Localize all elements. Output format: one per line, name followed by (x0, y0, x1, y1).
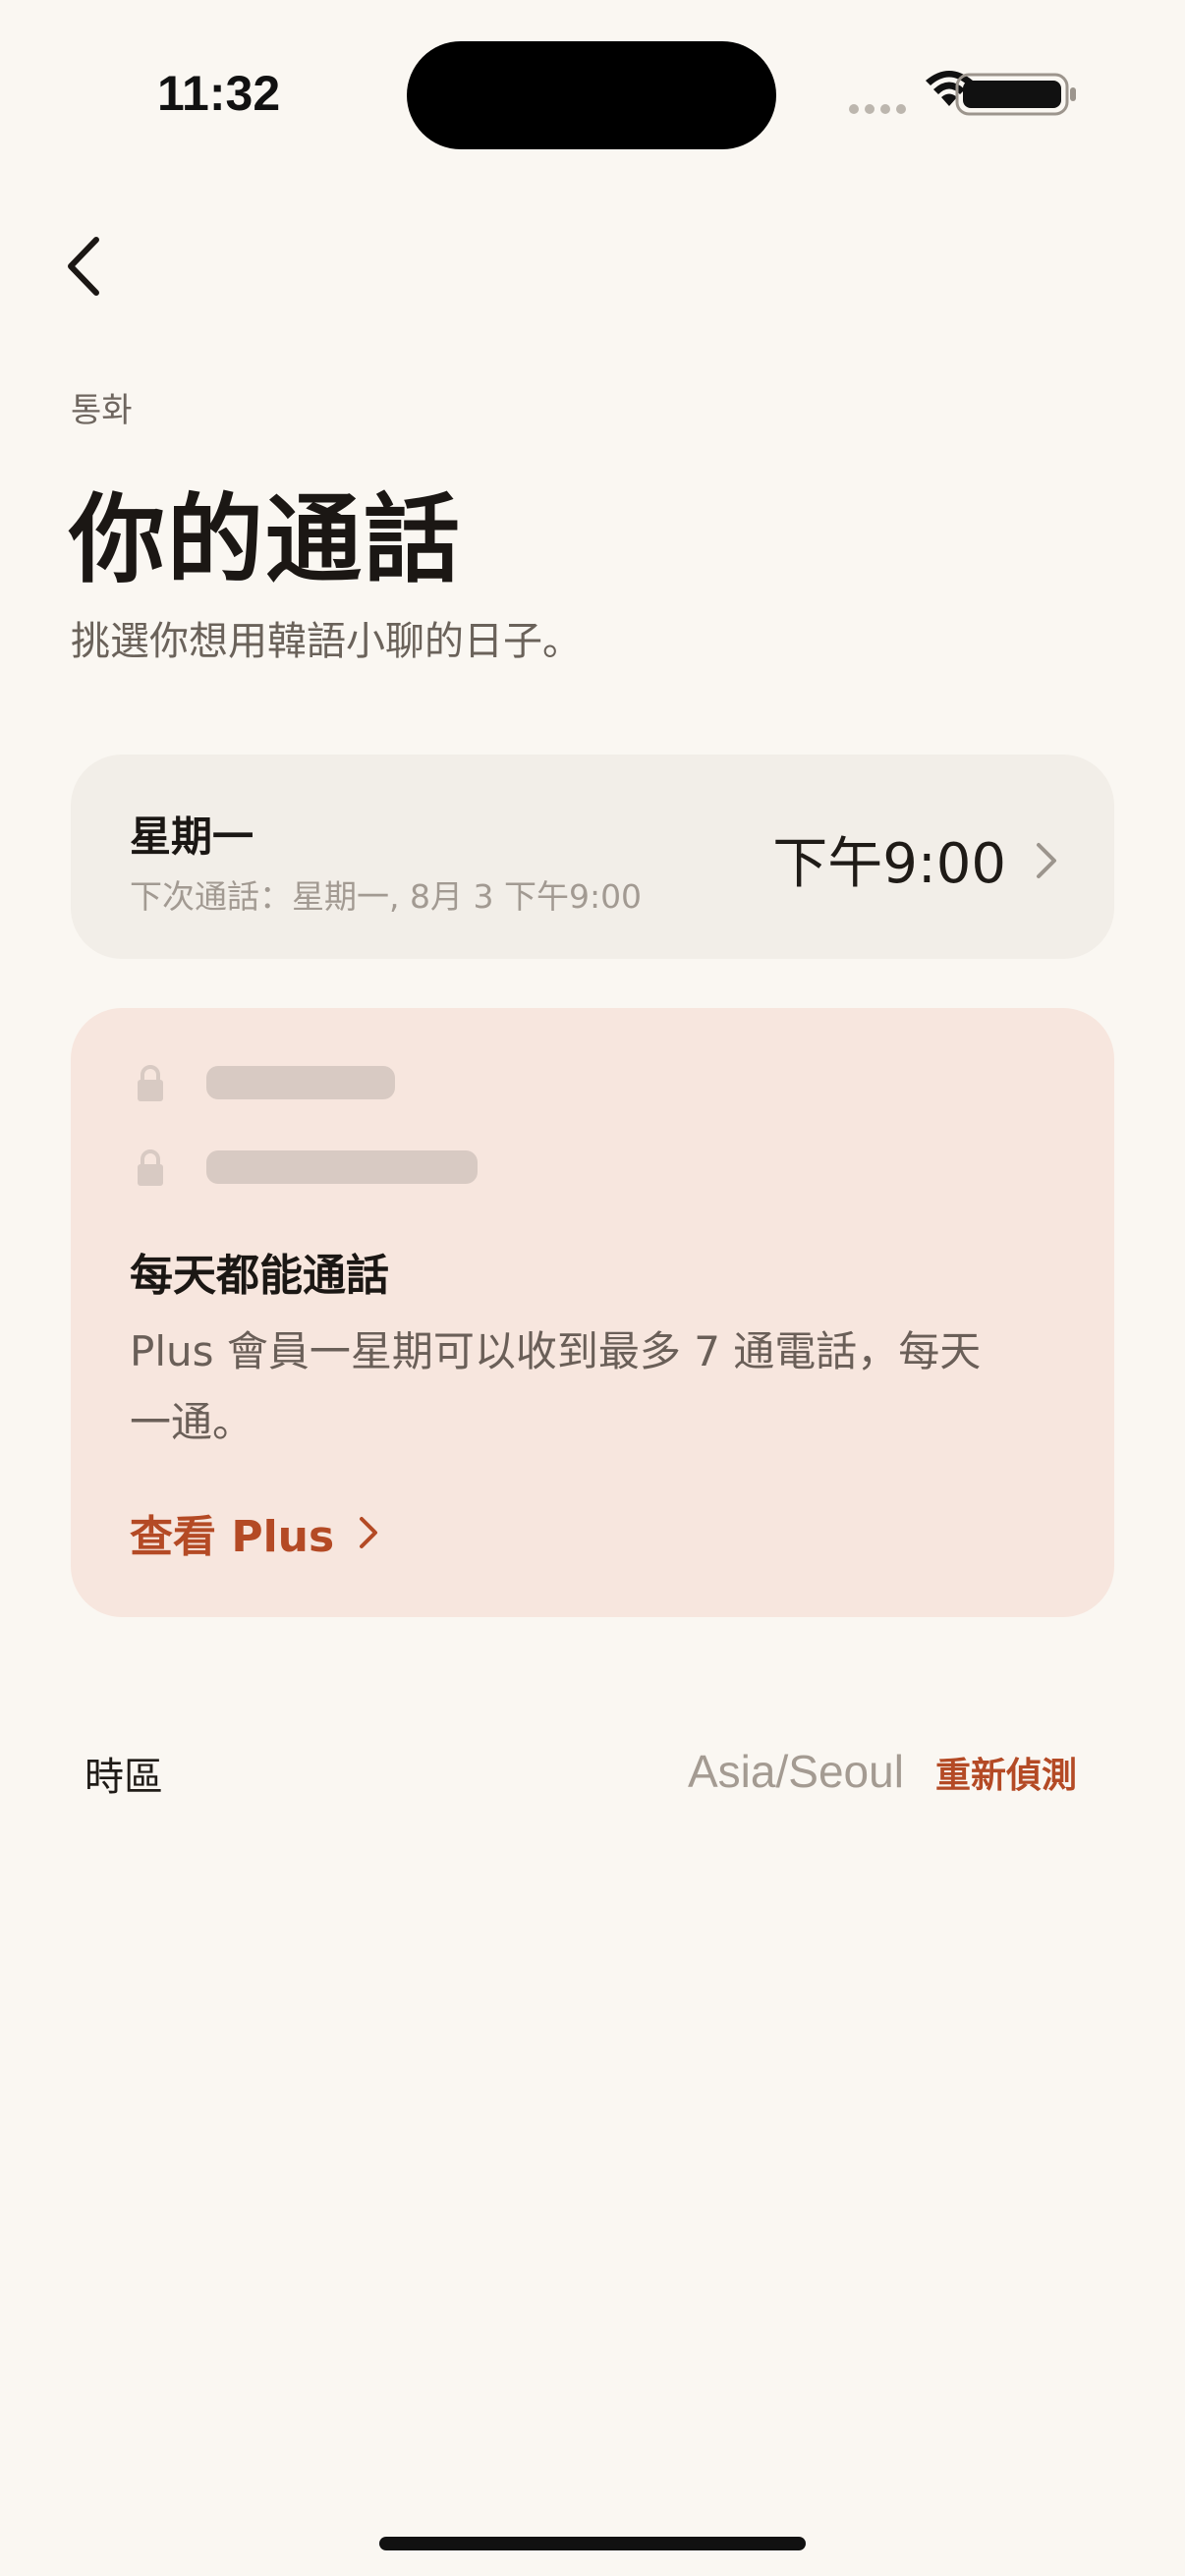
locked-slot (136, 1063, 395, 1102)
redetect-timezone-button[interactable]: 重新偵測 (935, 1747, 1077, 1798)
locked-placeholder-bar (206, 1150, 478, 1184)
home-indicator[interactable] (379, 2537, 806, 2550)
timezone-label: 時區 (85, 1755, 163, 1800)
signal-dots-icon (849, 104, 906, 114)
plus-description: Plus 會員一星期可以收到最多 7 通電話，每天一通。 (130, 1327, 982, 1446)
page-subtitle: 挑選你想用韓語小聊的日子。 (71, 619, 582, 664)
plus-heading: 每天都能通話 (130, 1251, 389, 1301)
battery-icon (955, 73, 1076, 116)
lock-icon (138, 1065, 163, 1101)
timezone-value: Asia/Seoul (688, 1746, 904, 1797)
locked-slot (136, 1148, 478, 1187)
chevron-right-icon (1037, 843, 1056, 878)
locked-placeholder-bar (206, 1066, 395, 1099)
section-eyebrow: 통화 (71, 391, 133, 430)
view-plus-link[interactable]: 查看 Plus (130, 1501, 379, 1564)
view-plus-label: 查看 Plus (130, 1512, 335, 1562)
call-schedule-card[interactable]: 星期一 下次通話：星期一, 8月 3 下午9:00 下午9:00 (71, 755, 1114, 959)
chevron-right-icon (360, 1517, 378, 1548)
dynamic-island (407, 41, 776, 149)
schedule-day: 星期一 (130, 812, 254, 861)
chevron-left-icon[interactable] (57, 232, 116, 301)
next-call-text: 下次通話：星期一, 8月 3 下午9:00 (130, 877, 643, 916)
plus-upsell-card: 每天都能通話 Plus 會員一星期可以收到最多 7 通電話，每天一通。 查看 P… (71, 1008, 1114, 1617)
lock-icon (138, 1149, 163, 1186)
schedule-time: 下午9:00 (772, 832, 1006, 896)
page-title: 你的通話 (69, 484, 463, 596)
status-time: 11:32 (157, 66, 281, 121)
